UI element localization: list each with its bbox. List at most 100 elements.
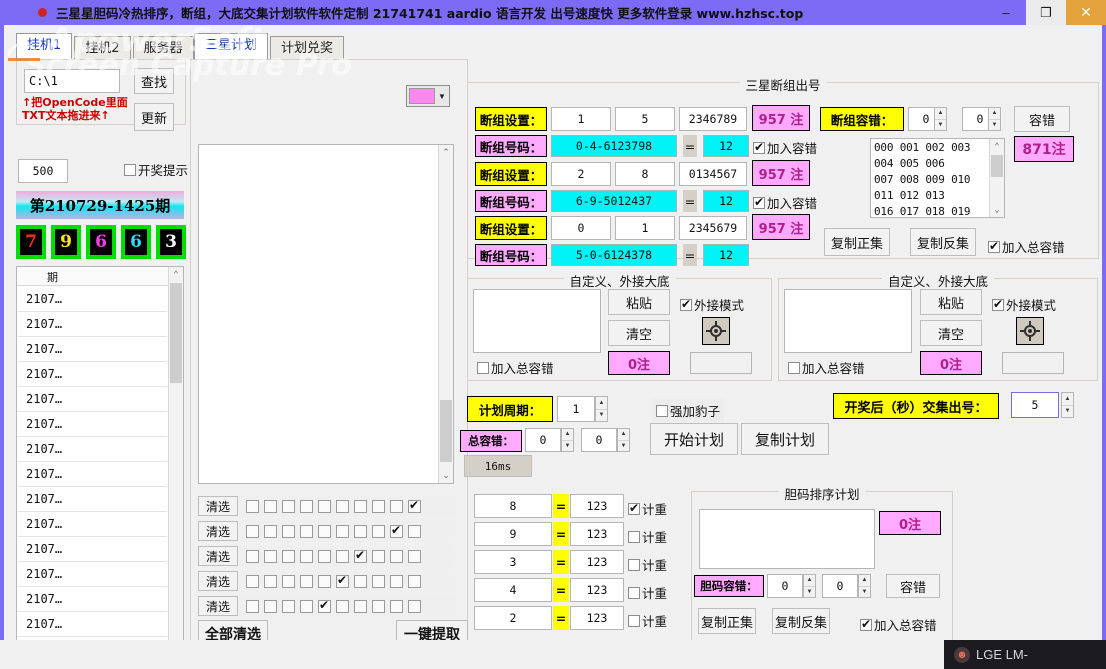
duanzu-tolerance-check-2[interactable]: 加入容错	[753, 193, 817, 212]
count-input[interactable]: 500	[18, 159, 68, 183]
duanzu-notes-3[interactable]: 957 注	[752, 214, 810, 240]
digit-checkbox-4[interactable]	[318, 524, 331, 538]
checkbox-box[interactable]	[628, 501, 640, 515]
digit-checkbox-9[interactable]	[408, 549, 421, 563]
duanzu-notes-2[interactable]: 957 注	[752, 160, 810, 186]
digit-checkbox-7[interactable]	[372, 599, 385, 613]
tab-server[interactable]: 服务器	[132, 36, 194, 60]
digit-checkbox-5[interactable]	[336, 573, 349, 588]
total-tolerance-b-spinner[interactable]: ▲ ▼	[617, 428, 630, 452]
duanzu-b-1[interactable]: 5	[615, 107, 675, 131]
checkbox-box[interactable]	[124, 163, 136, 176]
digit-checkbox-6[interactable]	[354, 574, 367, 588]
digit-checkbox-1[interactable]	[264, 549, 277, 563]
danma-tolerance-button[interactable]: 容错	[886, 574, 940, 598]
digit-checkbox-2[interactable]	[282, 574, 295, 588]
weight-count-check-5[interactable]: 计重	[628, 611, 667, 630]
list-item[interactable]: 2107…	[18, 412, 167, 437]
checkbox-box[interactable]	[788, 361, 800, 374]
checkbox-box[interactable]	[753, 140, 765, 154]
scroll-down-icon[interactable]: ⌄	[439, 468, 453, 483]
checkbox-box[interactable]	[628, 586, 640, 599]
spinner-up-icon[interactable]: ▲	[804, 575, 815, 587]
checkbox-box[interactable]	[753, 195, 765, 209]
digit-checkbox-1[interactable]	[264, 599, 277, 613]
duanzu-code-2[interactable]: 6-9-5012437	[551, 190, 677, 212]
spinner-up-icon[interactable]: ▲	[989, 108, 1000, 120]
spinner-down-icon[interactable]: ▼	[1062, 406, 1073, 418]
scroll-up-icon[interactable]: ⌃	[439, 145, 453, 160]
duanzu-a-2[interactable]: 2	[551, 162, 611, 186]
path-input[interactable]: C:\1	[24, 69, 120, 93]
duanzu-code-3[interactable]: 5-0-6124378	[551, 244, 677, 266]
list-item[interactable]: 2107…	[18, 512, 167, 537]
digit-checkbox-0[interactable]	[246, 574, 259, 588]
duanzu-eqvalue-1[interactable]: 12	[703, 135, 749, 157]
duanzu-numbers-list[interactable]: 000 001 002 003 004 005 006 007 008 009 0…	[870, 138, 1005, 218]
tab-plan-redeem[interactable]: 计划兑奖	[270, 36, 345, 60]
spinner-up-icon[interactable]: ▲	[618, 429, 629, 441]
maximize-button[interactable]: ❐	[1026, 0, 1066, 25]
duanzu-eqvalue-3[interactable]: 12	[703, 244, 749, 266]
duanzu-code-1[interactable]: 0-4-6123798	[551, 135, 677, 157]
list-item[interactable]: 2107…	[18, 587, 167, 612]
danma-tolerance-b[interactable]: 0	[822, 574, 858, 598]
danma-add-total-check[interactable]: 加入总容错	[860, 615, 937, 634]
digit-checkbox-5[interactable]	[336, 499, 349, 513]
digit-checkbox-2[interactable]	[282, 499, 295, 513]
digit-checkbox-3[interactable]	[300, 574, 313, 588]
scroll-down-icon[interactable]: ⌄	[990, 202, 1004, 217]
checkbox-box[interactable]	[477, 361, 489, 374]
checkbox-box[interactable]	[628, 558, 640, 571]
digit-checkbox-4[interactable]	[318, 499, 331, 513]
scroll-up-icon[interactable]: ⌃	[990, 139, 1004, 154]
list-item[interactable]: 2107…	[18, 312, 167, 337]
clear-row-button[interactable]: 清选	[198, 571, 238, 591]
digit-checkbox-7[interactable]	[372, 499, 385, 513]
danma-notes[interactable]: 0注	[879, 511, 941, 535]
list-item[interactable]: 2107…	[18, 562, 167, 587]
list-item[interactable]: 2107…	[18, 337, 167, 362]
list-item[interactable]: 2107…	[18, 387, 167, 412]
danma-tolerance-a[interactable]: 0	[767, 574, 803, 598]
leopard-check[interactable]: 强加豹子	[652, 399, 725, 422]
toast-notification[interactable]: ☻ LGE LM-	[944, 640, 1106, 669]
digit-checkbox-0[interactable]	[246, 524, 259, 538]
list-item[interactable]: 2107…	[18, 462, 167, 487]
duanzu-copy-negative[interactable]: 复制反集	[910, 228, 976, 256]
list-item[interactable]: 2107…	[18, 612, 167, 637]
digit-checkbox-5[interactable]	[336, 524, 349, 538]
chevron-down-icon[interactable]: ▼	[435, 92, 449, 101]
scroll-up-icon[interactable]: ⌃	[169, 267, 183, 282]
duanzu-a-1[interactable]: 1	[551, 107, 611, 131]
after-draw-input[interactable]: 5	[1011, 392, 1059, 418]
weight-count-check-2[interactable]: 计重	[628, 527, 667, 546]
center-textarea[interactable]: ⌃ ⌄	[198, 144, 454, 484]
duanzu-b-2[interactable]: 8	[615, 162, 675, 186]
duanzu-eqvalue-2[interactable]: 12	[703, 190, 749, 212]
scroll-thumb[interactable]	[440, 400, 452, 462]
spinner-down-icon[interactable]: ▼	[859, 587, 870, 598]
digit-checkbox-3[interactable]	[300, 524, 313, 538]
digit-checkbox-2[interactable]	[282, 549, 295, 563]
digit-checkbox-0[interactable]	[246, 499, 259, 513]
spinner-up-icon[interactable]: ▲	[859, 575, 870, 587]
digit-checkbox-9[interactable]	[408, 574, 421, 588]
weight-value-1[interactable]: 8	[474, 494, 552, 518]
custom-field-1[interactable]	[690, 352, 752, 374]
clear-row-button[interactable]: 清选	[198, 521, 238, 541]
spinner-down-icon[interactable]: ▼	[989, 120, 1000, 131]
digit-checkbox-6[interactable]	[354, 524, 367, 538]
update-button[interactable]: 更新	[134, 103, 174, 131]
digit-checkbox-1[interactable]	[264, 524, 277, 538]
danma-copy-negative[interactable]: 复制反集	[772, 608, 830, 634]
duanzu-digits-2[interactable]: 0134567	[679, 162, 747, 186]
scroll-thumb[interactable]	[170, 283, 182, 383]
danma-copy-positive[interactable]: 复制正集	[698, 608, 756, 634]
checkbox-box[interactable]	[656, 404, 668, 417]
duanzu-a-3[interactable]: 0	[551, 216, 611, 240]
list-item[interactable]: 2107…	[18, 362, 167, 387]
digit-checkbox-4[interactable]	[318, 598, 331, 613]
duanzu-tolerance-b-spinner[interactable]: ▲ ▼	[988, 107, 1001, 131]
list-item[interactable]: 2107…	[18, 437, 167, 462]
